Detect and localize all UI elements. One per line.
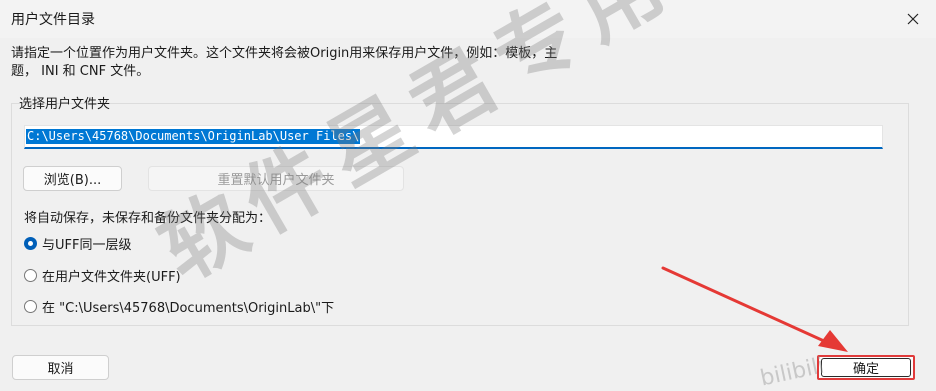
annotation-arrow-icon <box>661 266 848 352</box>
